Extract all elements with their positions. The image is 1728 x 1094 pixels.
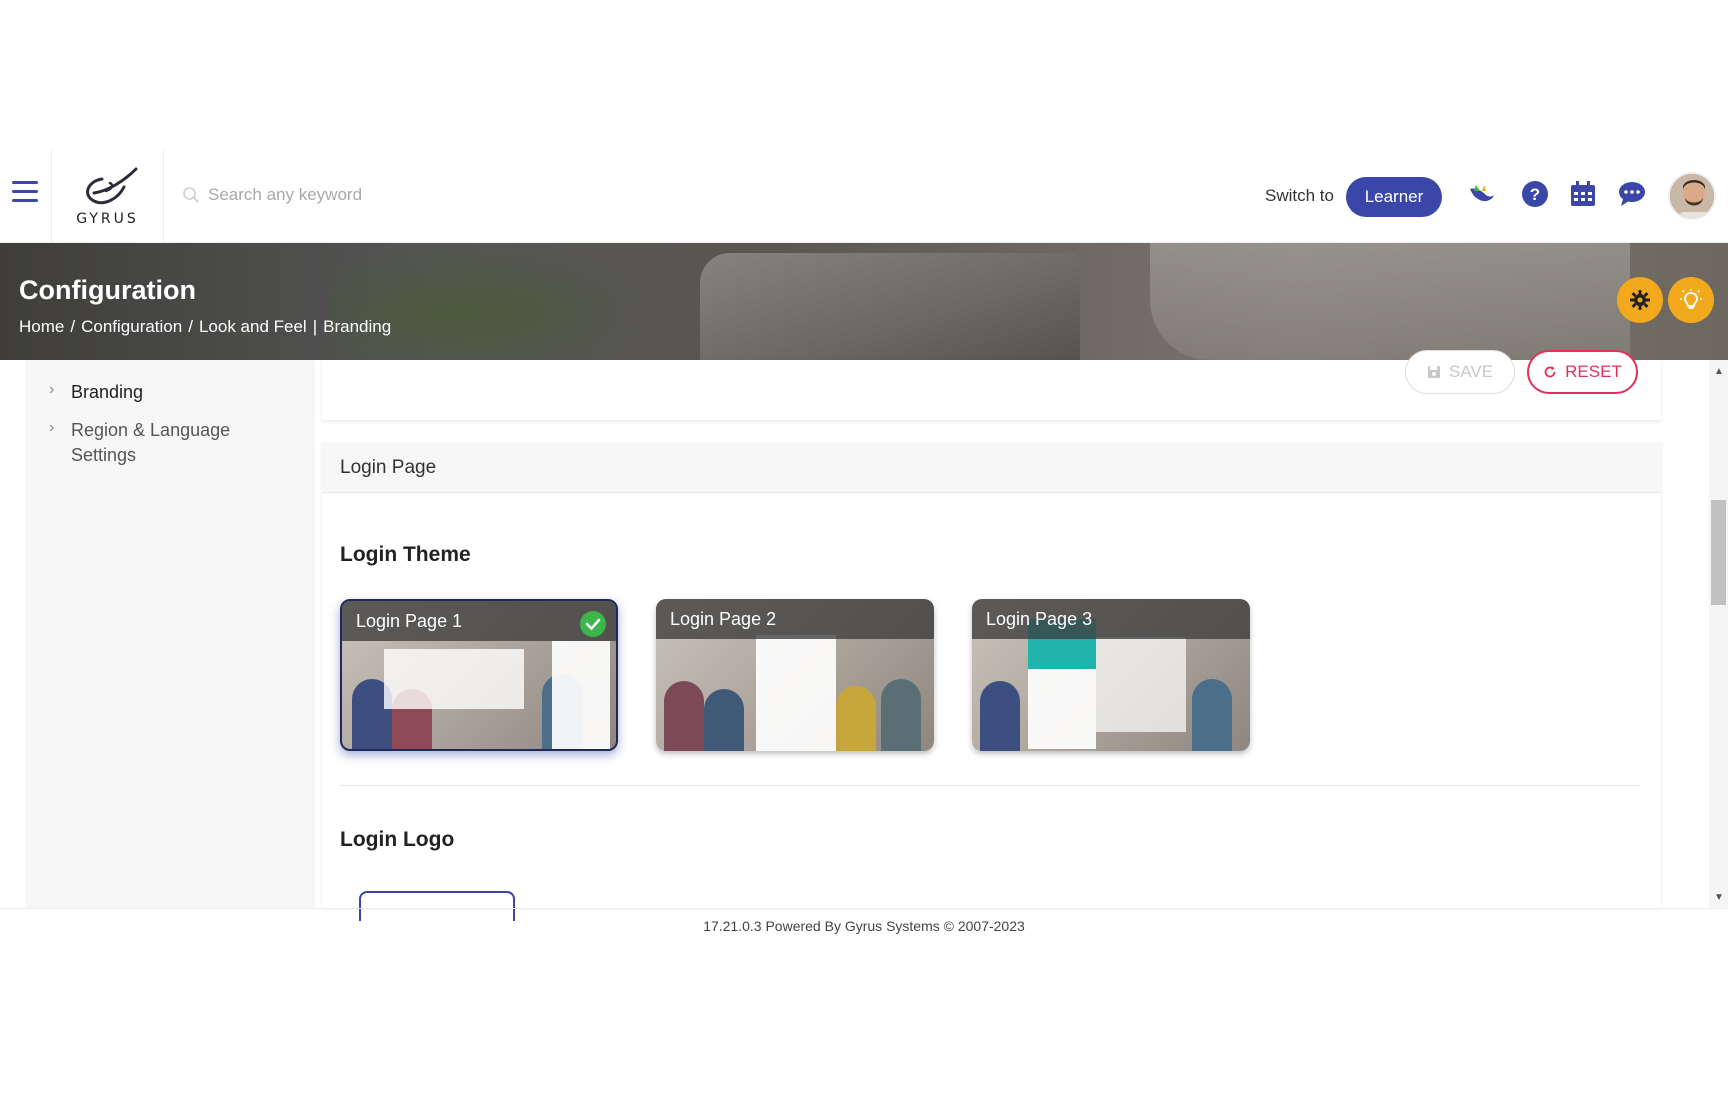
bird-icon[interactable] — [1466, 179, 1496, 209]
scroll-up-icon[interactable]: ▲ — [1714, 366, 1724, 377]
search-input[interactable] — [208, 185, 588, 205]
logo-text: GYRUS — [76, 211, 139, 227]
theme-label: Login Page 1 — [356, 611, 463, 631]
top-header: GYRUS Switch to Learner ? — [0, 149, 1728, 243]
svg-text:?: ? — [1530, 185, 1540, 204]
divider — [340, 785, 1640, 786]
login-logo-title: Login Logo — [340, 828, 455, 851]
theme-label: Login Page 2 — [670, 609, 777, 629]
card-header-title: Login Page — [340, 457, 437, 478]
reset-button[interactable]: RESET — [1527, 350, 1638, 394]
breadcrumb-separator: / — [188, 317, 193, 336]
settings-sidebar: › Branding › Region & Language Settings — [25, 360, 315, 908]
login-theme-title: Login Theme — [340, 543, 471, 566]
check-icon — [580, 611, 606, 637]
refresh-icon — [1544, 366, 1556, 378]
help-icon[interactable]: ? — [1520, 179, 1550, 209]
settings-button[interactable] — [1617, 277, 1663, 323]
switch-to-label: Switch to — [1265, 186, 1334, 205]
sidebar-item-region-language[interactable]: › Region & Language Settings — [49, 418, 251, 468]
login-page-card: Login Page Login Theme Login Page 1 Logi… — [322, 443, 1661, 921]
breadcrumb-branding: Branding — [323, 317, 392, 336]
card-header: Login Page — [322, 443, 1661, 493]
sidebar-item-branding[interactable]: › Branding — [49, 380, 251, 405]
tips-button[interactable] — [1668, 277, 1714, 323]
search-bar[interactable] — [182, 179, 602, 211]
page-title: Configuration — [19, 275, 196, 305]
chat-icon[interactable] — [1617, 179, 1647, 209]
search-icon — [183, 187, 199, 203]
scroll-down-icon[interactable]: ▼ — [1714, 892, 1724, 903]
reset-label: RESET — [1565, 362, 1622, 381]
gyrus-logo-icon — [86, 167, 138, 205]
chevron-right-icon: › — [49, 381, 55, 398]
breadcrumb-configuration[interactable]: Configuration — [81, 317, 182, 337]
menu-icon[interactable] — [12, 181, 38, 205]
logo[interactable]: GYRUS — [51, 149, 164, 243]
page-banner: Configuration Home / Configuration / Loo… — [0, 243, 1728, 360]
calendar-icon[interactable] — [1568, 179, 1598, 209]
sidebar-item-label: Region & Language Settings — [71, 420, 231, 465]
breadcrumb: Home / Configuration / Look and Feel | B… — [19, 317, 391, 337]
gear-icon — [1630, 290, 1650, 310]
theme-card-login-page-3[interactable]: Login Page 3 — [972, 599, 1250, 751]
lightbulb-icon — [1680, 289, 1702, 309]
theme-label: Login Page 3 — [986, 609, 1093, 629]
breadcrumb-separator: | — [312, 317, 318, 336]
save-button[interactable]: SAVE — [1405, 350, 1515, 394]
theme-card-login-page-1[interactable]: Login Page 1 — [340, 599, 618, 751]
avatar[interactable] — [1668, 172, 1716, 220]
breadcrumb-home[interactable]: Home — [19, 317, 64, 337]
footer: 17.21.0.3 Powered By Gyrus Systems © 200… — [0, 908, 1728, 946]
sidebar-item-label: Branding — [71, 382, 144, 402]
breadcrumb-look-and-feel[interactable]: Look and Feel — [199, 317, 307, 337]
save-label: SAVE — [1448, 362, 1494, 381]
learner-button[interactable]: Learner — [1346, 177, 1442, 217]
page: GYRUS Switch to Learner ? — [0, 0, 1728, 1094]
breadcrumb-separator: / — [70, 317, 76, 336]
chevron-right-icon: › — [49, 419, 55, 436]
theme-card-login-page-2[interactable]: Login Page 2 — [656, 599, 934, 751]
scroll-thumb[interactable] — [1711, 500, 1726, 605]
save-icon — [1427, 366, 1440, 378]
scrollbar[interactable]: ▲ ▼ — [1709, 360, 1728, 908]
